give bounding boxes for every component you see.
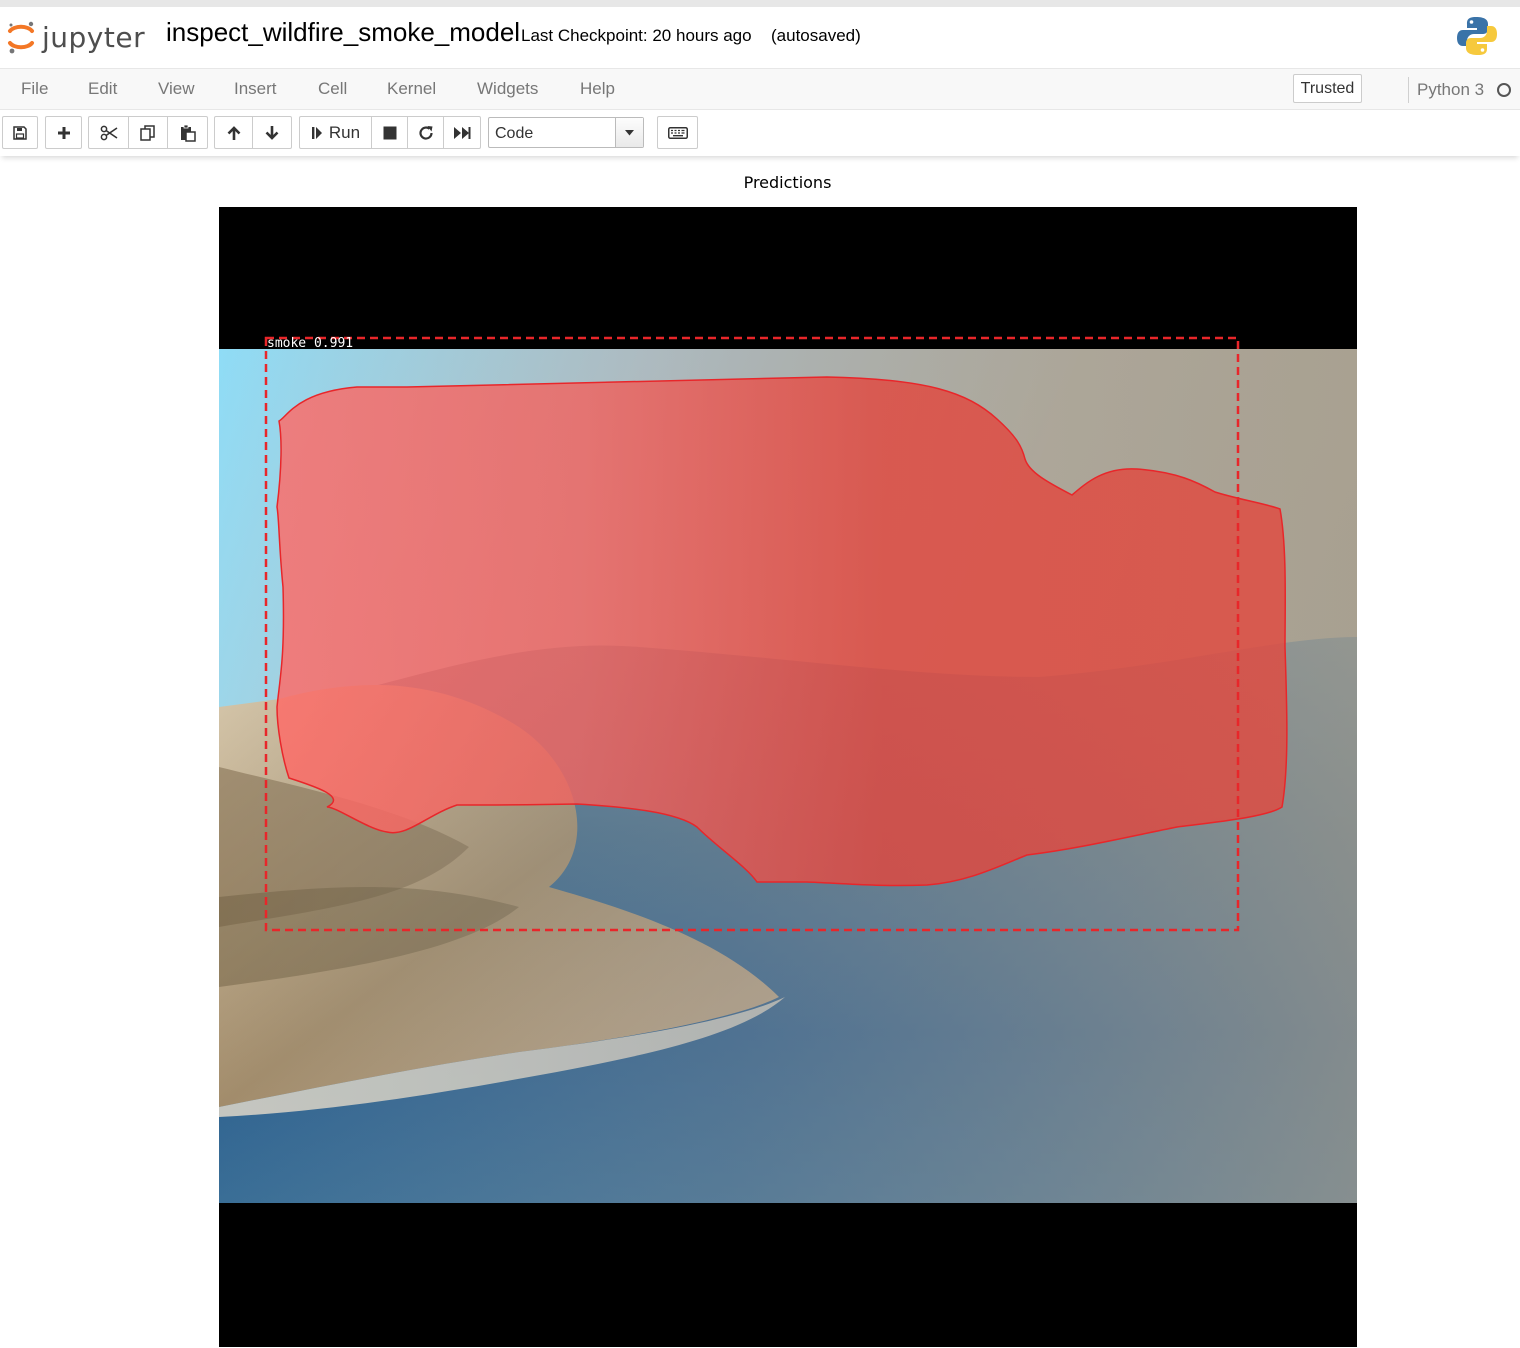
fast-forward-icon bbox=[454, 126, 471, 139]
stop-icon bbox=[383, 126, 396, 139]
chevron-down-icon bbox=[615, 118, 643, 147]
menu-insert[interactable]: Insert bbox=[234, 79, 277, 99]
arrow-up-icon bbox=[227, 125, 240, 140]
copy-icon bbox=[140, 124, 155, 141]
checkpoint-status: Last Checkpoint: 20 hours ago bbox=[521, 26, 752, 45]
run-label: Run bbox=[328, 122, 361, 142]
menu-kernel[interactable]: Kernel bbox=[387, 79, 436, 99]
move-group bbox=[214, 116, 292, 149]
insert-cell-button[interactable] bbox=[46, 117, 81, 148]
trusted-indicator[interactable]: Trusted bbox=[1293, 74, 1362, 103]
menu-help[interactable]: Help bbox=[580, 79, 615, 99]
kernel-divider bbox=[1408, 77, 1409, 103]
toolbar: Run bbox=[0, 110, 1520, 156]
copy-button[interactable] bbox=[129, 117, 168, 148]
notebook-header: jupyter inspect_wildfire_smoke_model Las… bbox=[0, 0, 1520, 68]
cell-type-value: Code bbox=[495, 125, 534, 142]
interrupt-button[interactable] bbox=[372, 117, 408, 148]
save-icon bbox=[13, 125, 27, 140]
detection-label: smoke 0.991 bbox=[267, 336, 353, 351]
notebook-title[interactable]: inspect_wildfire_smoke_model bbox=[166, 17, 520, 48]
plus-icon bbox=[57, 126, 70, 139]
cut-icon bbox=[100, 125, 117, 140]
paste-button[interactable] bbox=[168, 117, 207, 148]
plot-title: Predictions bbox=[743, 173, 832, 192]
menu-widgets[interactable]: Widgets bbox=[477, 79, 538, 99]
move-up-button[interactable] bbox=[215, 117, 253, 148]
kernel-idle-icon bbox=[1497, 83, 1511, 97]
letterbox-top bbox=[219, 207, 1357, 349]
letterbox-bottom bbox=[219, 1203, 1357, 1347]
save-group bbox=[2, 116, 38, 149]
jupyter-logo[interactable]: jupyter bbox=[6, 15, 156, 59]
paste-icon bbox=[180, 124, 196, 142]
autosave-status: (autosaved) bbox=[771, 26, 861, 45]
keyboard-icon bbox=[667, 126, 688, 139]
restart-button[interactable] bbox=[408, 117, 444, 148]
kernel-name[interactable]: Python 3 bbox=[1417, 80, 1484, 100]
jupyter-logo-icon bbox=[8, 21, 34, 54]
run-button[interactable]: Run bbox=[300, 117, 372, 148]
python-logo-icon bbox=[1457, 17, 1497, 55]
logo-text: jupyter bbox=[42, 20, 146, 54]
insert-group bbox=[45, 116, 82, 149]
save-button[interactable] bbox=[3, 117, 37, 148]
menu-edit[interactable]: Edit bbox=[88, 79, 117, 99]
menu-cell[interactable]: Cell bbox=[318, 79, 347, 99]
prediction-image: smoke 0.991 bbox=[219, 207, 1357, 1347]
menubar: File Edit View Insert Cell Kernel Widget… bbox=[0, 68, 1520, 110]
menu-file[interactable]: File bbox=[21, 79, 48, 99]
command-palette-button[interactable] bbox=[658, 117, 697, 148]
step-forward-icon bbox=[311, 126, 322, 139]
run-group: Run bbox=[299, 116, 481, 149]
restart-icon bbox=[418, 125, 433, 140]
cell-type-select[interactable]: Code bbox=[488, 117, 644, 148]
arrow-down-icon bbox=[265, 125, 279, 140]
move-down-button[interactable] bbox=[253, 117, 291, 148]
menu-view[interactable]: View bbox=[158, 79, 195, 99]
command-palette-group bbox=[657, 116, 698, 149]
restart-run-all-button[interactable] bbox=[444, 117, 480, 148]
clipboard-group bbox=[88, 116, 208, 149]
cut-button[interactable] bbox=[89, 117, 129, 148]
